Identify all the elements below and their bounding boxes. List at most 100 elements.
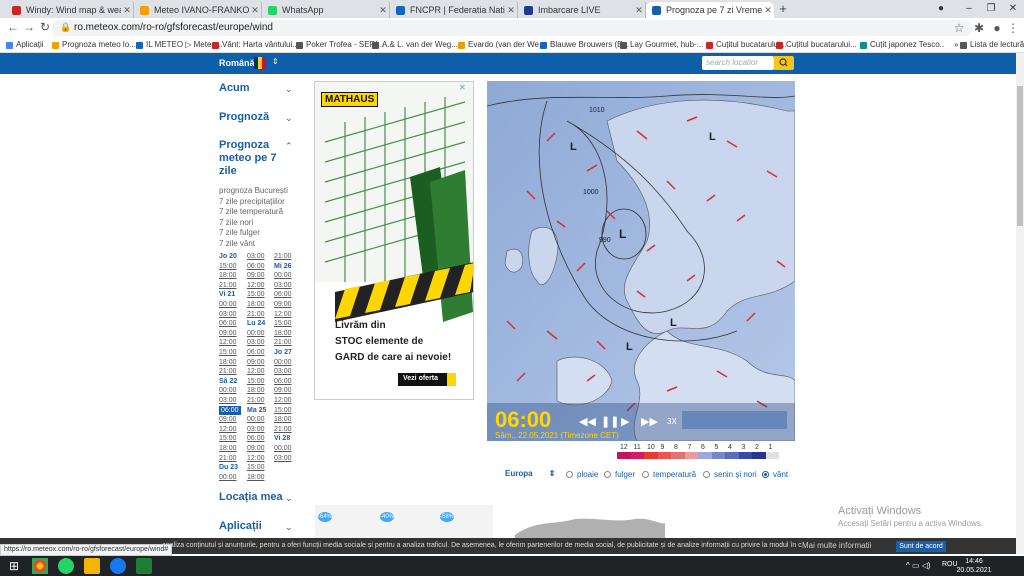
bookmark-item[interactable]: Lista de lectură	[960, 38, 1024, 52]
cookie-accept-button[interactable]: Sunt de acord	[896, 541, 946, 552]
nav-prognoza[interactable]: Prognoză	[219, 111, 269, 123]
hour-grid-time[interactable]: 09:00	[247, 358, 265, 368]
bookmark-item[interactable]: IL METEO ▷ Meteo...	[136, 38, 223, 52]
timeline-slider[interactable]	[685, 414, 787, 426]
nav-aplicatii[interactable]: Aplicații	[219, 520, 262, 532]
reload-icon[interactable]: ↻	[38, 19, 52, 35]
radio-button[interactable]	[642, 471, 649, 478]
hour-grid-time[interactable]: 15:00	[219, 434, 237, 444]
menu-icon[interactable]: ⋮	[1006, 20, 1020, 36]
bookmark-item[interactable]: Cuțitul bucatarului...	[706, 38, 787, 52]
hour-grid-time[interactable]: 09:00	[274, 386, 292, 396]
bookmark-item[interactable]: Lay Gourmet, hub-...	[620, 38, 703, 52]
sidebar-link[interactable]: 7 zile precipitațiilor	[219, 197, 285, 206]
hour-grid-time[interactable]: 15:00	[219, 262, 237, 272]
language-chevron-icon[interactable]: ⇕	[272, 57, 279, 66]
tab-close-icon[interactable]: ✕	[505, 5, 517, 16]
ad-banner[interactable]: MATHAUS Livrăm din STOC elemente de GARD…	[314, 81, 474, 400]
close-window-button[interactable]: ✕	[1002, 0, 1024, 18]
maximize-button[interactable]: ❐	[980, 0, 1002, 18]
ad-close-icon[interactable]: ✕	[459, 83, 466, 92]
tab[interactable]: Imbarcare LIVE ✕	[518, 2, 646, 18]
tab[interactable]: FNCPR | Federatia Nationala a Cr✕	[390, 2, 518, 18]
hour-grid-time[interactable]: 03:00	[274, 281, 292, 291]
layer-radio[interactable]: senin și nori	[703, 470, 757, 479]
whatsapp-icon[interactable]	[58, 558, 74, 574]
hour-grid-time[interactable]: 03:00	[219, 396, 237, 406]
sidebar-link[interactable]: 7 zile nori	[219, 218, 253, 227]
new-tab-button[interactable]: +	[776, 2, 790, 16]
hour-grid-time[interactable]: 12:00	[247, 367, 265, 377]
hour-grid-time[interactable]: 00:00	[247, 329, 265, 339]
hour-grid-time[interactable]: 00:00	[274, 358, 292, 368]
nav-prognoza-7-line1[interactable]: Prognoza	[219, 139, 269, 151]
zoom-toggle[interactable]: 3X	[667, 417, 677, 426]
hour-grid-time[interactable]: 00:00	[219, 473, 237, 483]
hour-grid-time[interactable]: 21:00	[274, 338, 292, 348]
hour-grid-time[interactable]: 21:00	[247, 310, 265, 320]
hour-grid-time[interactable]: 06:00	[274, 290, 292, 300]
hour-grid-time[interactable]: 03:00	[247, 338, 265, 348]
tab[interactable]: Prognoza pe 7 zi Vremea Vânt p✕	[646, 2, 774, 18]
ad-cta-button[interactable]: Vezi oferta	[403, 375, 438, 382]
hour-grid-time[interactable]: 15:00	[247, 377, 265, 387]
chevron-down-icon[interactable]: ⌄	[285, 113, 293, 124]
hour-grid-time[interactable]: 12:00	[219, 338, 237, 348]
chevron-down-icon[interactable]: ⌄	[285, 493, 293, 504]
hour-grid-time[interactable]: 15:00	[247, 290, 265, 300]
extensions-icon[interactable]: ✱	[972, 20, 986, 36]
hour-grid-time[interactable]: 21:00	[219, 454, 237, 464]
wind-map[interactable]: 1010 1000 990 L L L L L 06:00 Sâm., 22.0…	[487, 81, 795, 441]
tab-close-icon[interactable]: ✕	[249, 5, 261, 16]
hour-grid-time[interactable]: 00:00	[219, 300, 237, 310]
hour-grid-time[interactable]: 09:00	[219, 415, 237, 425]
hour-grid-time[interactable]: 06:00	[247, 434, 265, 444]
hour-grid-time[interactable]: 18:00	[219, 271, 237, 281]
bookmark-item[interactable]: »	[944, 38, 958, 52]
hour-grid-time[interactable]: 18:00	[247, 386, 265, 396]
language-selector[interactable]: Română	[219, 55, 255, 71]
hour-grid-time[interactable]: 06:00	[247, 348, 265, 358]
hour-grid-time[interactable]: 18:00	[219, 444, 237, 454]
url-text[interactable]: ro.meteox.com/ro-ro/gfsforecast/europe/w…	[74, 20, 273, 36]
chevron-up-icon[interactable]: ⌃	[285, 141, 293, 152]
profile-icon[interactable]: ●	[930, 0, 952, 18]
hour-grid-time[interactable]: 15:00	[247, 463, 265, 473]
file-explorer-icon[interactable]	[84, 558, 100, 574]
nav-locatia[interactable]: Locația mea	[219, 491, 283, 503]
sidebar-link[interactable]: 7 zile vânt	[219, 239, 255, 248]
bookmark-item[interactable]: Poker Trofea - SERI...	[296, 38, 384, 52]
play-button[interactable]: ▶	[621, 415, 629, 428]
lock-icon[interactable]: 🔒	[60, 22, 71, 33]
hour-grid-time[interactable]: 06:00	[247, 262, 265, 272]
radio-button[interactable]	[762, 471, 769, 478]
hour-grid-time[interactable]: 21:00	[219, 367, 237, 377]
hour-grid-time[interactable]: 18:00	[274, 415, 292, 425]
rewind-button[interactable]: ◀◀	[579, 415, 596, 428]
hour-grid-time[interactable]: 03:00	[247, 425, 265, 435]
nav-prognoza-7-line2[interactable]: meteo pe 7	[219, 152, 276, 164]
hour-grid-time[interactable]: 12:00	[274, 396, 292, 406]
hour-grid-time[interactable]: 09:00	[274, 300, 292, 310]
hour-grid-time[interactable]: 15:00	[274, 319, 292, 329]
scrollbar-thumb[interactable]	[1017, 86, 1023, 226]
radio-button[interactable]	[604, 471, 611, 478]
hour-grid-time[interactable]: 12:00	[247, 454, 265, 464]
hour-grid-time[interactable]: 00:00	[247, 415, 265, 425]
layer-radio[interactable]: ploaie	[566, 470, 598, 479]
hour-grid-time[interactable]: 12:00	[219, 425, 237, 435]
tab-close-icon[interactable]: ✕	[121, 5, 133, 16]
star-icon[interactable]: ☆	[952, 20, 966, 36]
hour-grid-time[interactable]: 18:00	[274, 329, 292, 339]
bookmark-item[interactable]: Evardo (van der We...	[458, 38, 546, 52]
hour-grid-time[interactable]: 12:00	[247, 281, 265, 291]
hour-grid-time[interactable]: 15:00	[274, 406, 292, 416]
bookmark-item[interactable]: Prognoza meteo lo...	[52, 38, 136, 52]
hour-grid-time[interactable]: 18:00	[247, 300, 265, 310]
hour-grid-time[interactable]: 03:00	[274, 367, 292, 377]
nav-acum[interactable]: Acum	[219, 82, 250, 94]
forward-button[interactable]: ▶▶	[641, 415, 658, 428]
facebook-icon[interactable]	[110, 558, 126, 574]
nav-prognoza-7-line3[interactable]: zile	[219, 165, 237, 177]
sidebar-link[interactable]: 7 zile temperatură	[219, 207, 283, 216]
